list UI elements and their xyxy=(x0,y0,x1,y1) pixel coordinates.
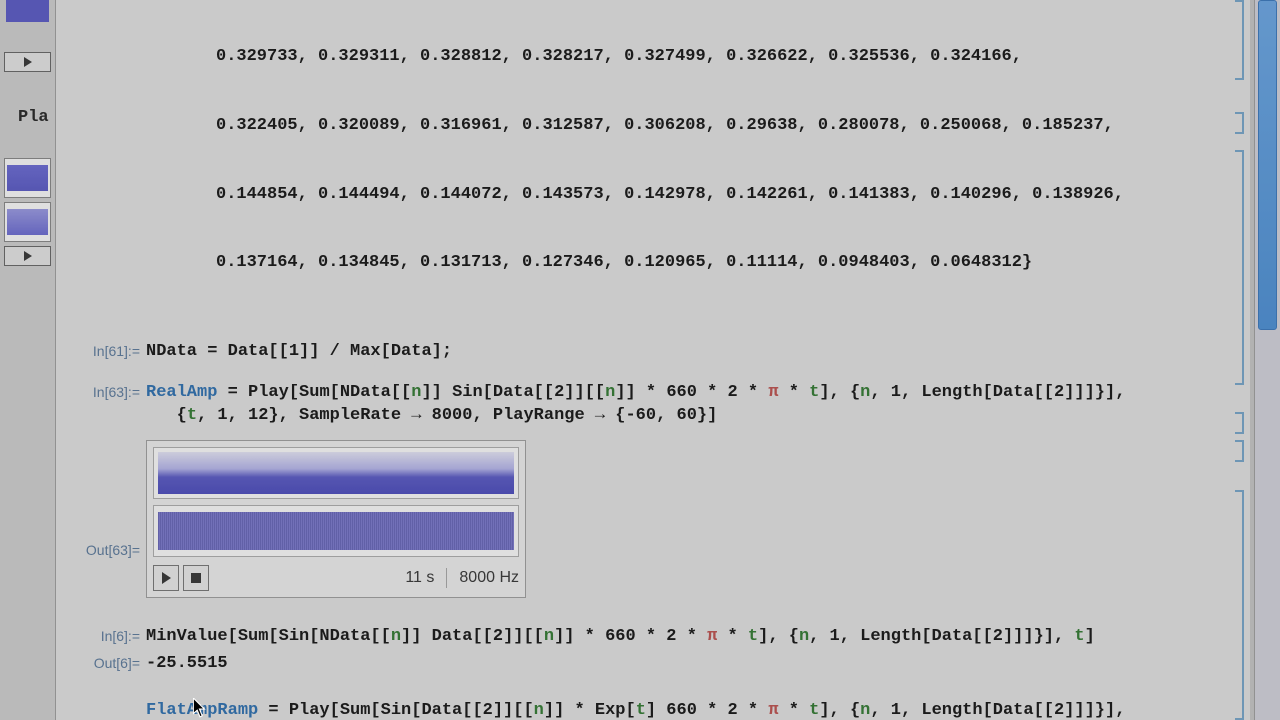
data-line: 0.329733, 0.329311, 0.328812, 0.328217, … xyxy=(216,46,1250,69)
thumbnail-2[interactable] xyxy=(4,158,51,198)
data-line: 0.322405, 0.320089, 0.316961, 0.312587, … xyxy=(216,115,1250,138)
audio-sample-rate: 8000 Hz xyxy=(459,569,519,587)
output-value: -25.5515 xyxy=(146,653,228,676)
spectrogram-pane[interactable] xyxy=(153,447,519,499)
truncated-label: Pla xyxy=(18,108,49,127)
vertical-scrollbar[interactable] xyxy=(1254,0,1280,720)
input-cell-61[interactable]: In[61]:= NData = Data[[1]] / Max[Data]; xyxy=(56,339,1250,366)
waveform-pane[interactable] xyxy=(153,505,519,557)
stop-button[interactable] xyxy=(183,565,209,591)
in-label: In[63]:= xyxy=(56,382,146,400)
code-line: NData = Data[[1]] / Max[Data]; xyxy=(146,341,452,364)
audio-duration: 11 s xyxy=(405,569,434,587)
notebook-area: 0.329733, 0.329311, 0.328812, 0.328217, … xyxy=(56,0,1250,720)
thumbnail-3[interactable] xyxy=(4,202,51,242)
thumbnail-play-1[interactable] xyxy=(4,52,51,72)
input-cell-6[interactable]: In[6]:= MinValue[Sum[Sin[NData[[n]] Data… xyxy=(56,624,1250,651)
data-line: 0.144854, 0.144494, 0.144072, 0.143573, … xyxy=(216,184,1250,207)
code-line: MinValue[Sum[Sin[NData[[n]] Data[[2]][[n… xyxy=(146,626,1095,649)
scrollbar-thumb[interactable] xyxy=(1258,0,1277,330)
data-line: 0.137164, 0.134845, 0.131713, 0.127346, … xyxy=(216,252,1250,275)
out-label: Out[6]= xyxy=(56,653,146,671)
input-cell-flat[interactable]: FlatAmpRamp = Play[Sum[Sin[Data[[2]][[n]… xyxy=(56,698,1250,720)
input-cell-63[interactable]: In[63]:= RealAmp = Play[Sum[NData[[n]] S… xyxy=(56,380,1250,430)
in-label: In[6]:= xyxy=(56,626,146,644)
in-label xyxy=(56,700,146,702)
thumbnail-play-2[interactable] xyxy=(4,246,51,266)
play-button[interactable] xyxy=(153,565,179,591)
output-cell-63: Out[63]= 11 s 8000 Hz xyxy=(56,430,1250,600)
data-list: 0.329733, 0.329311, 0.328812, 0.328217, … xyxy=(56,0,1250,321)
audio-widget-1: 11 s 8000 Hz xyxy=(146,440,526,598)
audio-controls: 11 s 8000 Hz xyxy=(153,563,519,591)
thumbnail-1[interactable] xyxy=(4,0,51,22)
code-line: FlatAmpRamp = Play[Sum[Sin[Data[[2]][[n]… xyxy=(146,700,1125,720)
in-label: In[61]:= xyxy=(56,341,146,359)
output-cell-6: Out[6]= -25.5515 xyxy=(56,651,1250,678)
cell-brackets xyxy=(1226,0,1244,720)
out-label: Out[63]= xyxy=(56,472,146,558)
code-line: RealAmp = Play[Sum[NData[[n]] Sin[Data[[… xyxy=(146,382,1125,428)
